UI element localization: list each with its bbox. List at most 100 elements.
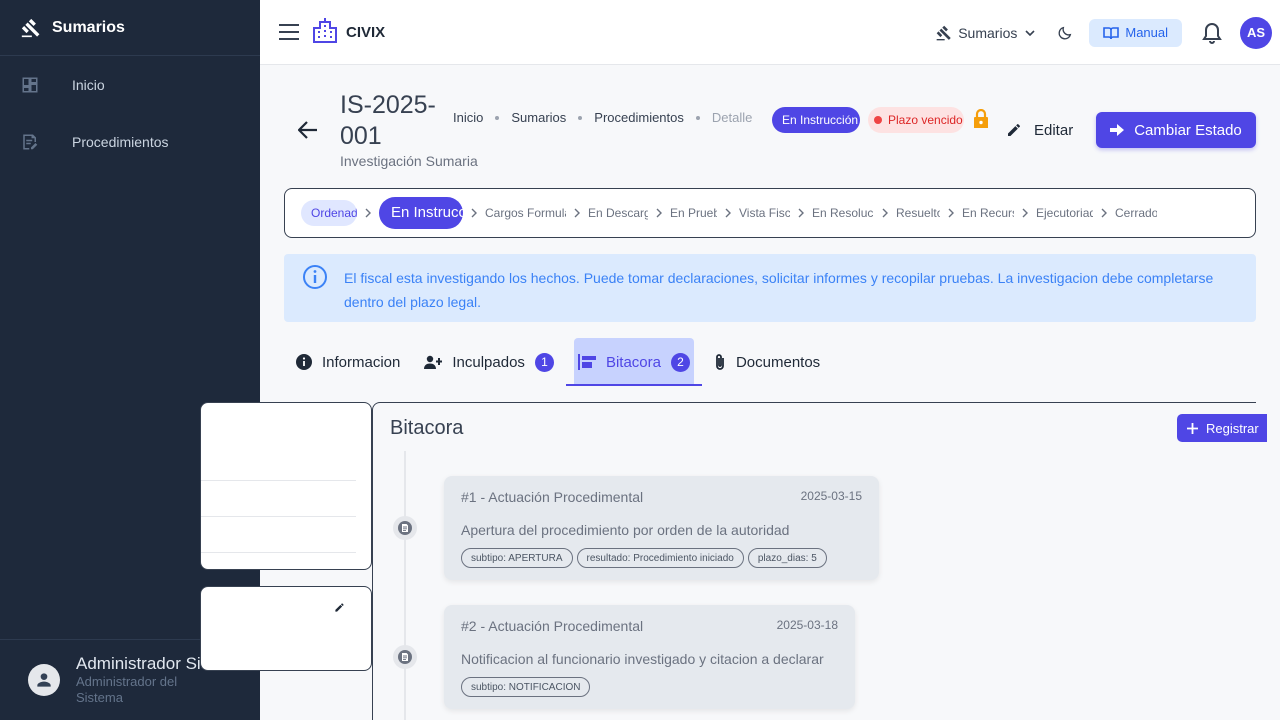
breadcrumb-item[interactable]: Procedimientos xyxy=(594,110,684,125)
step-ordenado[interactable]: Ordenado xyxy=(301,200,357,226)
overdue-badge: Plazo vencido xyxy=(868,107,964,133)
status-dot-icon xyxy=(874,116,882,124)
entry-chips: subtipo: APERTURA resultado: Procedimien… xyxy=(461,548,831,568)
edit-button[interactable]: Editar xyxy=(1000,112,1079,148)
plus-icon xyxy=(1187,422,1198,434)
entry-chip: subtipo: APERTURA xyxy=(461,548,573,568)
sidebar-item-label: Procedimientos xyxy=(72,133,169,150)
register-button[interactable]: Registrar xyxy=(1177,414,1267,442)
bitacora-panel: Bitacora Registrar #1 - Actuación Proced… xyxy=(372,402,1267,720)
user-avatar[interactable]: AS xyxy=(1240,16,1272,49)
tab-count-badge: 1 xyxy=(534,352,554,372)
register-label: Registrar xyxy=(1206,420,1259,436)
app-logo[interactable]: CIVIX xyxy=(312,17,385,48)
sidebar-item-label: Inicio xyxy=(72,76,105,93)
lock-icon xyxy=(972,109,990,129)
document-icon xyxy=(393,516,417,540)
page-subtitle: Investigación Sumaria xyxy=(340,153,478,169)
breadcrumb: Inicio Sumarios Procedimientos Detalle xyxy=(453,110,752,125)
module-label: Sumarios xyxy=(958,24,1018,41)
manual-label: Manual xyxy=(1125,25,1168,40)
entry-chip: subtipo: NOTIFICACION xyxy=(461,677,591,697)
info-card-row xyxy=(201,518,356,553)
chevron-right-icon xyxy=(874,208,896,218)
tab-inculpados[interactable]: Inculpados 1 xyxy=(412,338,566,386)
chevron-right-icon xyxy=(717,208,739,218)
document-icon xyxy=(393,645,417,669)
entry-date: 2025-03-15 xyxy=(800,489,862,503)
gavel-icon xyxy=(936,25,952,41)
breadcrumb-separator xyxy=(578,115,583,120)
info-card-row xyxy=(201,482,356,517)
tab-label: Documentos xyxy=(735,353,821,371)
step-cargos[interactable]: Cargos Formulados xyxy=(485,200,566,226)
overdue-label: Plazo vencido xyxy=(888,113,963,127)
moon-icon[interactable] xyxy=(1055,23,1075,43)
entry-description: Notificacion al funcionario investigado … xyxy=(461,651,824,667)
step-cerrado[interactable]: Cerrado xyxy=(1115,200,1157,226)
edit-label: Editar xyxy=(1034,121,1074,139)
chevron-right-icon xyxy=(1093,208,1115,218)
arrow-right-icon xyxy=(1110,124,1125,136)
dashboard-icon xyxy=(20,75,40,95)
breadcrumb-current: Detalle xyxy=(711,110,753,125)
step-recurso[interactable]: En Recurso xyxy=(962,200,1014,226)
arrow-back-icon[interactable] xyxy=(296,118,320,142)
entry-date: 2025-03-18 xyxy=(776,618,838,632)
chevron-right-icon xyxy=(566,208,588,218)
status-stepper: Ordenado En Instrucción Cargos Formulado… xyxy=(284,188,1256,238)
tab-informacion[interactable]: Informacion xyxy=(284,338,412,386)
status-badge: En Instrucción xyxy=(772,107,860,133)
change-state-button[interactable]: Cambiar Estado xyxy=(1096,112,1256,148)
info-card xyxy=(200,402,372,570)
building-icon xyxy=(312,17,338,48)
sidebar-item-inicio[interactable]: Inicio xyxy=(0,56,260,113)
info-icon xyxy=(302,264,328,290)
step-vista-fiscal[interactable]: Vista Fiscal xyxy=(739,200,790,226)
page-title: IS-2025-001 xyxy=(340,91,436,150)
manual-button[interactable]: Manual xyxy=(1089,18,1182,47)
topbar: CIVIX Sumarios Manual AS xyxy=(260,0,1280,65)
step-en-instruccion[interactable]: En Instrucción xyxy=(379,197,463,229)
chevron-right-icon xyxy=(940,208,962,218)
entry-title: #1 - Actuación Procedimental xyxy=(461,489,644,505)
breadcrumb-item[interactable]: Inicio xyxy=(453,110,483,125)
entry-chip: plazo_dias: 5 xyxy=(747,548,827,568)
chevron-right-icon xyxy=(463,208,485,218)
paperclip-icon xyxy=(714,353,726,371)
menu-icon[interactable] xyxy=(278,21,300,43)
step-prueba[interactable]: En Prueba xyxy=(670,200,717,226)
chevron-right-icon xyxy=(648,208,670,218)
pencil-icon[interactable] xyxy=(334,602,345,613)
info-card-row xyxy=(201,446,356,481)
step-resuelto[interactable]: Resuelto xyxy=(896,200,940,226)
info-alert: El fiscal esta investigando los hechos. … xyxy=(284,254,1256,322)
tab-bitacora[interactable]: Bitacora 2 xyxy=(565,338,702,386)
breadcrumb-item[interactable]: Sumarios xyxy=(511,110,566,125)
step-descargos[interactable]: En Descargos xyxy=(588,200,648,226)
chevron-right-icon xyxy=(1014,208,1036,218)
detail-tabs: Informacion Inculpados 1 Bitacora 2 Docu… xyxy=(284,338,832,386)
chevron-right-icon xyxy=(790,208,812,218)
step-resolucion[interactable]: En Resolución xyxy=(812,200,874,226)
info-filled-icon xyxy=(296,354,312,370)
sidebar-title: Sumarios xyxy=(52,18,125,36)
module-selector[interactable]: Sumarios xyxy=(936,25,1035,41)
bell-icon[interactable] xyxy=(1200,21,1224,45)
chevron-down-icon xyxy=(1025,29,1035,36)
breadcrumb-separator xyxy=(695,115,700,120)
timeline-entry[interactable]: #1 - Actuación Procedimental 2025-03-15 … xyxy=(444,476,879,580)
book-icon xyxy=(1103,26,1120,40)
step-ejecutoriado[interactable]: Ejecutoriado xyxy=(1036,200,1093,226)
pencil-icon xyxy=(1006,122,1022,138)
timeline-line xyxy=(404,451,406,720)
brand-name: CIVIX xyxy=(346,23,386,41)
sidebar-item-procedimientos[interactable]: Procedimientos xyxy=(0,113,260,170)
entry-chip: resultado: Procedimiento iniciado xyxy=(576,548,744,568)
tab-label: Inculpados xyxy=(452,353,525,371)
sidebar-header: Sumarios xyxy=(0,0,260,56)
timeline-entry[interactable]: #2 - Actuación Procedimental 2025-03-18 … xyxy=(444,605,855,709)
user-role: Administrador del Sistema xyxy=(76,674,178,705)
entry-description: Apertura del procedimiento por orden de … xyxy=(461,522,790,538)
tab-documentos[interactable]: Documentos xyxy=(702,338,832,386)
